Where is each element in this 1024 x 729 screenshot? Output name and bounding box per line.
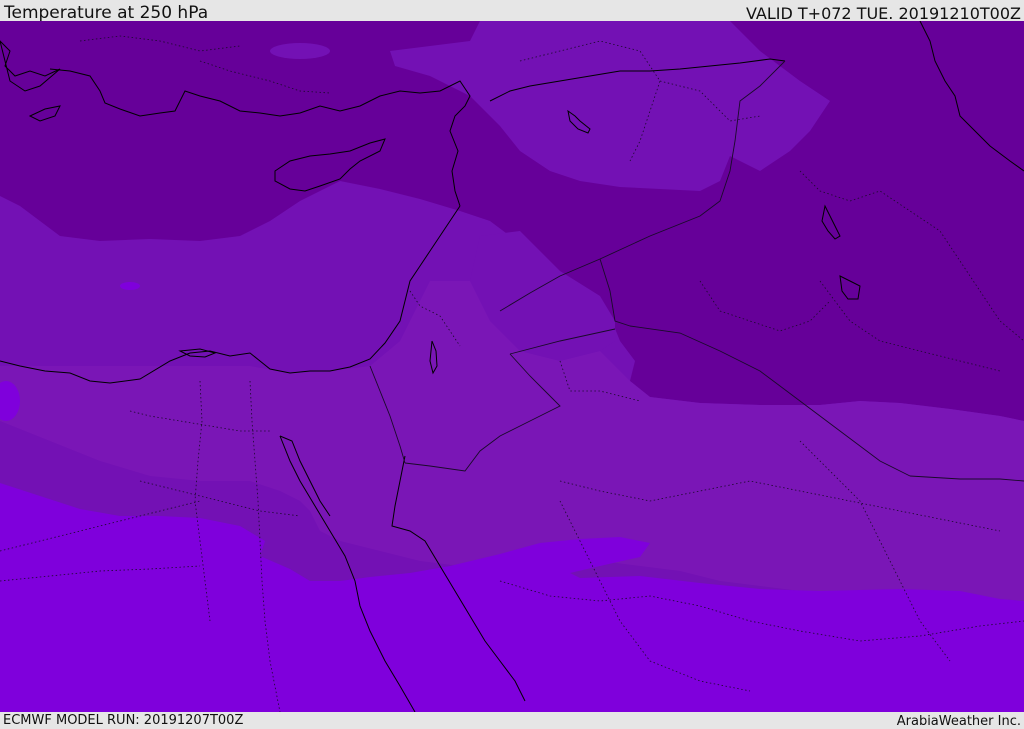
model-run-label: ECMWF MODEL RUN: 20191207T00Z: [3, 713, 244, 728]
footer-bar: ECMWF MODEL RUN: 20191207T00Z ArabiaWeat…: [0, 712, 1024, 729]
temperature-spot-aegean: [270, 43, 330, 59]
header-bar: Temperature at 250 hPa VALID T+072 TUE. …: [0, 0, 1024, 23]
temperature-map-svg: [0, 21, 1024, 712]
credit-label: ArabiaWeather Inc.: [896, 714, 1021, 729]
map-title: Temperature at 250 hPa: [4, 3, 209, 23]
map-frame: Temperature at 250 hPa VALID T+072 TUE. …: [0, 0, 1024, 729]
temperature-spot-small: [120, 282, 140, 290]
map-canvas: [0, 21, 1024, 712]
